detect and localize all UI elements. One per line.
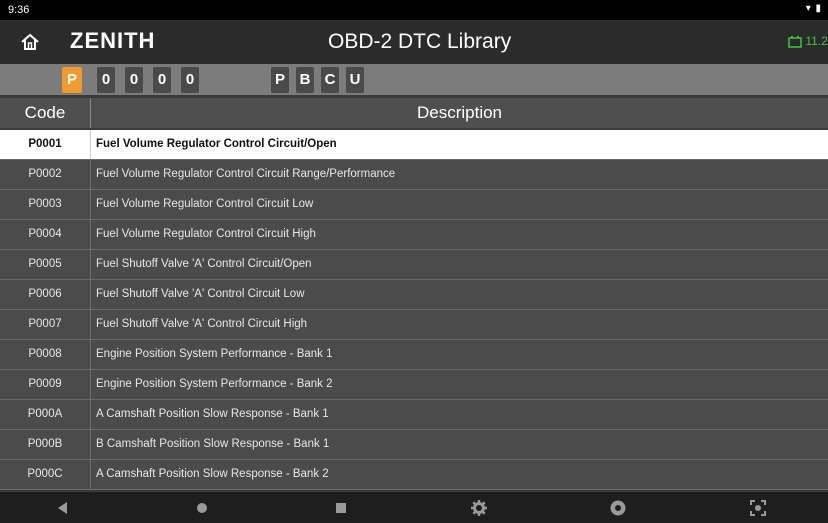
system-button-c[interactable]: C: [321, 67, 339, 93]
system-button-u[interactable]: U: [346, 67, 364, 93]
row-description: A Camshaft Position Slow Response - Bank…: [96, 408, 329, 420]
code-filter-bar: P 0 0 0 0 P B C U: [0, 64, 828, 95]
row-description: Fuel Shutoff Valve 'A' Control Circuit/O…: [96, 258, 312, 270]
page-title: OBD-2 DTC Library: [328, 30, 512, 53]
table-row[interactable]: P0008 Engine Position System Performance…: [0, 340, 828, 370]
battery-icon: [788, 35, 802, 48]
back-icon[interactable]: [53, 498, 73, 518]
row-description: B Camshaft Position Slow Response - Bank…: [96, 438, 330, 450]
recents-icon[interactable]: [331, 498, 351, 518]
row-code: P0004: [0, 220, 91, 249]
chrome-icon[interactable]: [608, 498, 628, 518]
row-code: P0003: [0, 190, 91, 219]
row-description: Fuel Shutoff Valve 'A' Control Circuit H…: [96, 318, 308, 330]
vehicle-battery-indicator: 11.2: [788, 34, 828, 50]
table-row[interactable]: P000B B Camshaft Position Slow Response …: [0, 430, 828, 460]
row-description: Fuel Volume Regulator Control Circuit Lo…: [96, 198, 314, 210]
home-icon[interactable]: [20, 32, 40, 52]
android-nav-bar: [0, 492, 828, 523]
table-row[interactable]: P0001 Fuel Volume Regulator Control Circ…: [0, 130, 828, 160]
title-bar: ZENITH OBD-2 DTC Library 11.2: [0, 20, 828, 64]
table-row[interactable]: P000C A Camshaft Position Slow Response …: [0, 460, 828, 490]
table-row[interactable]: P0005 Fuel Shutoff Valve 'A' Control Cir…: [0, 250, 828, 280]
row-code: P0005: [0, 250, 91, 279]
row-code: P0008: [0, 340, 91, 369]
filter-digit-4[interactable]: 0: [153, 67, 171, 93]
status-time: 9:36: [8, 4, 30, 16]
table-row[interactable]: P0007 Fuel Shutoff Valve 'A' Control Cir…: [0, 310, 828, 340]
wifi-battery-icon: ▾ ▮: [805, 3, 822, 14]
row-code: P000C: [0, 460, 91, 489]
row-code: P0009: [0, 370, 91, 399]
system-button-p[interactable]: P: [271, 67, 289, 93]
row-description: Engine Position System Performance - Ban…: [96, 348, 333, 360]
row-description: Fuel Volume Regulator Control Circuit/Op…: [96, 138, 337, 150]
table-row[interactable]: P0006 Fuel Shutoff Valve 'A' Control Cir…: [0, 280, 828, 310]
battery-voltage: 11.2: [805, 34, 828, 48]
table-row[interactable]: P0009 Engine Position System Performance…: [0, 370, 828, 400]
brand-logo: ZENITH: [70, 28, 156, 53]
row-description: Engine Position System Performance - Ban…: [96, 378, 333, 390]
settings-icon[interactable]: [469, 498, 489, 518]
screenshot-icon[interactable]: [748, 498, 768, 518]
status-bar: 9:36 ▾ ▮: [0, 0, 828, 20]
filter-digit-2[interactable]: 0: [97, 67, 115, 93]
row-description: A Camshaft Position Slow Response - Bank…: [96, 468, 329, 480]
row-code: P0007: [0, 310, 91, 339]
row-code: P0002: [0, 160, 91, 189]
table-header: Code Description: [0, 98, 828, 128]
table-row[interactable]: P0002 Fuel Volume Regulator Control Circ…: [0, 160, 828, 190]
home-icon[interactable]: [192, 498, 212, 518]
filter-digit-3[interactable]: 0: [125, 67, 143, 93]
column-header-description: Description: [416, 103, 503, 122]
row-description: Fuel Volume Regulator Control Circuit Ra…: [96, 168, 396, 180]
system-button-b[interactable]: B: [296, 67, 314, 93]
table-row[interactable]: P000A A Camshaft Position Slow Response …: [0, 400, 828, 430]
filter-digit-1[interactable]: P: [62, 67, 82, 93]
row-description: Fuel Shutoff Valve 'A' Control Circuit L…: [96, 288, 305, 300]
row-description: Fuel Volume Regulator Control Circuit Hi…: [96, 228, 316, 240]
row-code: P000A: [0, 400, 91, 429]
row-code: P000B: [0, 430, 91, 459]
row-code: P0001: [0, 130, 91, 159]
table-row[interactable]: P0003 Fuel Volume Regulator Control Circ…: [0, 190, 828, 220]
dtc-list[interactable]: P0001 Fuel Volume Regulator Control Circ…: [0, 130, 828, 492]
table-row[interactable]: P0004 Fuel Volume Regulator Control Circ…: [0, 220, 828, 250]
column-header-code: Code: [0, 98, 91, 128]
row-code: P0006: [0, 280, 91, 309]
filter-digit-5[interactable]: 0: [181, 67, 199, 93]
